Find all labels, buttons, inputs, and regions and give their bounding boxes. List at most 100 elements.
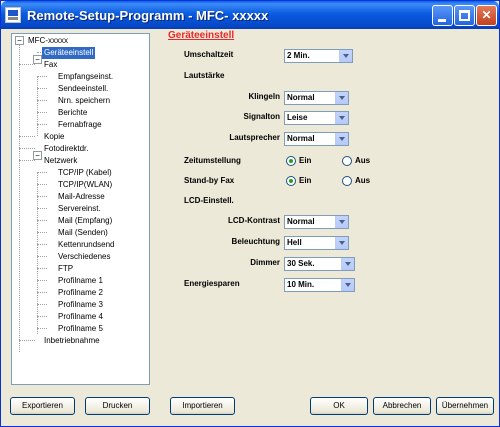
tree-item-profilname-3[interactable]: Profilname 3 <box>56 299 105 311</box>
tree-line <box>19 160 35 161</box>
zeitumstellung-aus-radio[interactable] <box>342 156 352 166</box>
tree-line <box>37 328 47 329</box>
tree-line <box>37 220 47 221</box>
tree-line <box>37 196 47 197</box>
minimize-button[interactable] <box>432 5 453 26</box>
tree-item-tcpip-wlan[interactable]: TCP/IP(WLAN) <box>56 179 114 191</box>
lautsprecher-label: Lautsprecher <box>229 133 280 142</box>
klingeln-select[interactable]: Normal <box>284 91 349 105</box>
zeitumstellung-label: Zeitumstellung <box>184 156 241 165</box>
tree-item-profilname-2[interactable]: Profilname 2 <box>56 287 105 299</box>
maximize-icon <box>459 10 470 21</box>
tree-line <box>37 304 47 305</box>
lautsprecher-value: Normal <box>287 134 315 143</box>
tree-line <box>19 64 35 65</box>
tree-item-servereinst[interactable]: Servereinst. <box>56 203 103 215</box>
chevron-down-icon[interactable] <box>341 279 354 291</box>
lautsprecher-select[interactable]: Normal <box>284 132 349 146</box>
tree-item-ftp[interactable]: FTP <box>56 263 75 275</box>
minimize-icon <box>438 19 446 22</box>
umschaltzeit-select[interactable]: 2 Min. <box>284 49 353 63</box>
exportieren-button[interactable]: Exportieren <box>10 397 75 415</box>
standby-fax-aus-radio[interactable] <box>342 176 352 186</box>
beleuchtung-select[interactable]: Hell <box>284 236 349 250</box>
settings-tree[interactable]: − − − MFC-xxxxx Geräteeinstell Fax Empfa… <box>11 33 150 385</box>
tree-item-berichte[interactable]: Berichte <box>56 107 89 119</box>
chevron-down-icon[interactable] <box>339 50 352 62</box>
tree-item-profilname-4[interactable]: Profilname 4 <box>56 311 105 323</box>
tree-line <box>37 100 47 101</box>
tree-item-fotodirektdr[interactable]: Fotodirektdr. <box>42 143 90 155</box>
window-title: Remote-Setup-Programm - MFC- xxxxx <box>27 8 269 23</box>
title-bar[interactable]: Remote-Setup-Programm - MFC- xxxxx ✕ <box>1 1 499 29</box>
tree-line <box>37 316 47 317</box>
dimmer-value: 30 Sek. <box>287 259 315 268</box>
energiesparen-select[interactable]: 10 Min. <box>284 278 355 292</box>
settings-panel: Geräteeinstell Umschaltzeit 2 Min. Lauts… <box>164 29 494 389</box>
tree-line <box>37 184 47 185</box>
lcd-kontrast-select[interactable]: Normal <box>284 215 349 229</box>
standby-fax-label: Stand-by Fax <box>184 176 235 185</box>
chevron-down-icon[interactable] <box>335 237 348 249</box>
tree-item-kopie[interactable]: Kopie <box>42 131 66 143</box>
tree-line <box>37 76 38 136</box>
tree-item-kettenrundsend[interactable]: Kettenrundsend <box>56 239 117 251</box>
chevron-down-icon[interactable] <box>335 92 348 104</box>
beleuchtung-value: Hell <box>287 238 302 247</box>
tree-line <box>19 136 35 137</box>
tree-item-mail-empfang[interactable]: Mail (Empfang) <box>56 215 114 227</box>
tree-item-profilname-1[interactable]: Profilname 1 <box>56 275 105 287</box>
lcd-kontrast-value: Normal <box>287 217 315 226</box>
tree-item-geraeteeinstell[interactable]: Geräteeinstell <box>42 47 96 59</box>
tree-item-nrn-speichern[interactable]: Nrn. speichern <box>56 95 112 107</box>
tree-line <box>37 172 47 173</box>
app-icon <box>5 7 21 23</box>
tree-item-mail-adresse[interactable]: Mail-Adresse <box>56 191 107 203</box>
tree-item-sendeeinstell[interactable]: Sendeeinstell. <box>56 83 110 95</box>
tree-item-profilname-5[interactable]: Profilname 5 <box>56 323 105 335</box>
collapse-icon[interactable]: − <box>15 36 24 45</box>
standby-fax-ein-radio[interactable] <box>286 176 296 186</box>
chevron-down-icon[interactable] <box>335 216 348 228</box>
tree-line <box>37 256 47 257</box>
tree-item-mail-senden[interactable]: Mail (Senden) <box>56 227 110 239</box>
tree-item-fernabfrage[interactable]: Fernabfrage <box>56 119 104 131</box>
importieren-button[interactable]: Importieren <box>170 397 235 415</box>
chevron-down-icon[interactable] <box>341 258 354 270</box>
close-button[interactable]: ✕ <box>476 5 497 26</box>
uebernehmen-button[interactable]: Übernehmen <box>436 397 494 415</box>
dimmer-select[interactable]: 30 Sek. <box>284 257 355 271</box>
standby-fax-ein-label: Ein <box>299 176 312 185</box>
tree-line <box>19 45 20 352</box>
zeitumstellung-ein-radio[interactable] <box>286 156 296 166</box>
energiesparen-value: 10 Min. <box>287 280 315 289</box>
signalton-select[interactable]: Leise <box>284 111 349 125</box>
drucken-button[interactable]: Drucken <box>85 397 150 415</box>
abbrechen-button[interactable]: Abbrechen <box>373 397 431 415</box>
tree-item-root[interactable]: MFC-xxxxx <box>26 35 70 47</box>
tree-item-empfangseinst[interactable]: Empfangseinst. <box>56 71 115 83</box>
signalton-value: Leise <box>287 113 308 122</box>
tree-line <box>37 76 47 77</box>
ok-button[interactable]: OK <box>310 397 368 415</box>
beleuchtung-label: Beleuchtung <box>231 237 280 246</box>
tree-item-tcpip-kabel[interactable]: TCP/IP (Kabel) <box>56 167 114 179</box>
tree-item-netzwerk[interactable]: Netzwerk <box>42 155 79 167</box>
tree-line <box>37 232 47 233</box>
tree-line <box>37 88 47 89</box>
collapse-icon[interactable]: − <box>33 151 42 160</box>
chevron-down-icon[interactable] <box>335 133 348 145</box>
tree-line <box>37 124 47 125</box>
zeitumstellung-aus-label: Aus <box>355 156 371 165</box>
tree-line <box>37 244 47 245</box>
lcd-header: LCD-Einstell. <box>184 196 234 205</box>
klingeln-value: Normal <box>287 93 315 102</box>
collapse-icon[interactable]: − <box>33 55 42 64</box>
tree-item-inbetriebnahme[interactable]: Inbetriebnahme <box>42 335 102 347</box>
chevron-down-icon[interactable] <box>335 112 348 124</box>
tree-item-verschiedenes[interactable]: Verschiedenes <box>56 251 112 263</box>
tree-item-fax[interactable]: Fax <box>42 59 59 71</box>
tree-line <box>37 292 47 293</box>
zeitumstellung-ein-label: Ein <box>299 156 312 165</box>
maximize-button[interactable] <box>454 5 475 26</box>
